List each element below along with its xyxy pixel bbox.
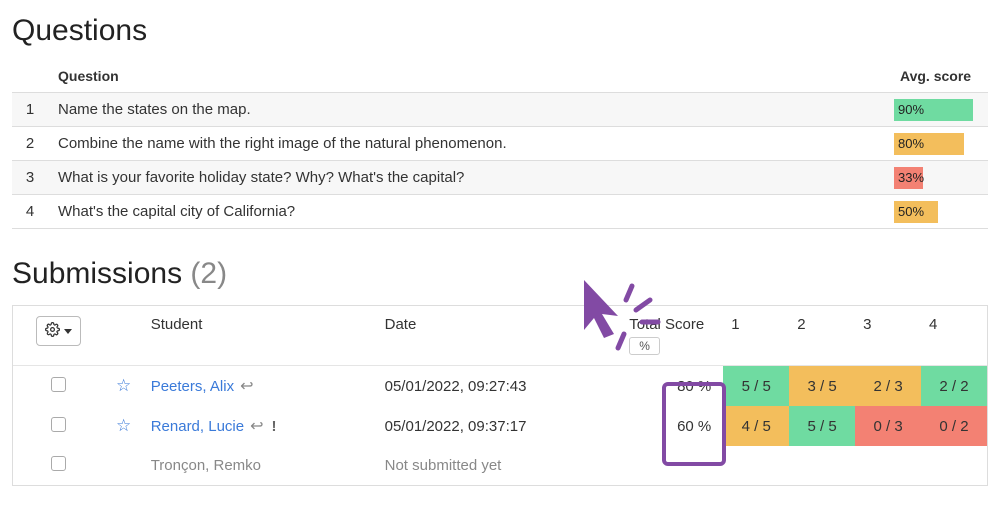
question-text: Name the states on the map. [48, 93, 890, 127]
score-cell [723, 446, 789, 485]
row-checkbox[interactable] [51, 417, 66, 432]
question-number: 4 [12, 195, 48, 229]
column-question: Question [48, 62, 890, 93]
avg-score-cell: 33% [890, 161, 988, 195]
score-cell[interactable]: 5 / 5 [723, 366, 789, 407]
column-actions [13, 306, 104, 366]
avg-score-bar: 80% [894, 133, 964, 155]
score-cell[interactable]: 5 / 5 [789, 406, 855, 446]
score-cell[interactable]: 0 / 3 [855, 406, 921, 446]
avg-score-bar: 50% [894, 201, 938, 223]
warning-icon[interactable]: ! [272, 418, 277, 435]
student-cell: Tronçon, Remko [143, 446, 377, 485]
column-q4[interactable]: 4 [921, 306, 987, 366]
row-checkbox[interactable] [51, 377, 66, 392]
row-checkbox[interactable] [51, 456, 66, 471]
submissions-heading: Submissions (2) [12, 257, 988, 291]
column-avg-score: Avg. score [890, 62, 988, 93]
column-q2[interactable]: 2 [789, 306, 855, 366]
submissions-heading-text: Submissions [12, 257, 190, 290]
percent-toggle[interactable]: % [629, 337, 660, 355]
question-number: 1 [12, 93, 48, 127]
gear-icon [45, 322, 60, 340]
question-number: 3 [12, 161, 48, 195]
avg-score-bar: 90% [894, 99, 973, 121]
question-text: Combine the name with the right image of… [48, 127, 890, 161]
score-cell [855, 446, 921, 485]
column-student[interactable]: Student [143, 306, 377, 366]
avg-score-cell: 90% [890, 93, 988, 127]
column-q3[interactable]: 3 [855, 306, 921, 366]
date-cell: Not submitted yet [377, 446, 622, 485]
student-link[interactable]: Peeters, Alix [151, 378, 234, 395]
avg-score-cell: 50% [890, 195, 988, 229]
column-blank [12, 62, 48, 93]
question-text: What is your favorite holiday state? Why… [48, 161, 890, 195]
student-cell: Peeters, Alix ↩ [143, 366, 377, 407]
submission-row: ☆ Renard, Lucie ↩! 05/01/2022, 09:37:1760 %… [13, 406, 987, 446]
total-score-cell: 80 % [621, 366, 723, 407]
settings-button[interactable] [36, 316, 81, 346]
column-date[interactable]: Date [377, 306, 622, 366]
student-cell: Renard, Lucie ↩! [143, 406, 377, 446]
questions-table: Question Avg. score 1Name the states on … [12, 62, 988, 229]
question-text: What's the capital city of California? [48, 195, 890, 229]
score-cell[interactable]: 0 / 2 [921, 406, 987, 446]
avg-score-cell: 80% [890, 127, 988, 161]
submission-row: Tronçon, Remko Not submitted yet [13, 446, 987, 485]
star-icon[interactable]: ☆ [116, 416, 131, 436]
total-score-cell: 60 % [621, 406, 723, 446]
reply-icon[interactable]: ↩ [250, 416, 263, 436]
question-row[interactable]: 2Combine the name with the right image o… [12, 127, 988, 161]
date-cell: 05/01/2022, 09:37:17 [377, 406, 622, 446]
question-row[interactable]: 3What is your favorite holiday state? Wh… [12, 161, 988, 195]
column-q1[interactable]: 1 [723, 306, 789, 366]
score-cell[interactable]: 4 / 5 [723, 406, 789, 446]
score-cell [921, 446, 987, 485]
student-link[interactable]: Renard, Lucie [151, 418, 244, 435]
avg-score-bar: 33% [894, 167, 923, 189]
column-total-score[interactable]: Total Score % [621, 306, 723, 366]
score-cell[interactable]: 3 / 5 [789, 366, 855, 407]
submissions-count: (2) [190, 257, 227, 290]
column-star [104, 306, 142, 366]
question-number: 2 [12, 127, 48, 161]
date-cell: 05/01/2022, 09:27:43 [377, 366, 622, 407]
chevron-down-icon [64, 329, 72, 334]
total-score-label: Total Score [629, 316, 715, 333]
question-row[interactable]: 1Name the states on the map.90% [12, 93, 988, 127]
submissions-table: Student Date Total Score % 1 2 3 4 ☆ Peet… [13, 306, 987, 485]
score-cell[interactable]: 2 / 2 [921, 366, 987, 407]
student-name: Tronçon, Remko [151, 457, 261, 474]
star-icon[interactable]: ☆ [116, 376, 131, 396]
total-score-cell [621, 446, 723, 485]
score-cell[interactable]: 2 / 3 [855, 366, 921, 407]
question-row[interactable]: 4What's the capital city of California?5… [12, 195, 988, 229]
reply-icon[interactable]: ↩ [240, 376, 253, 396]
submission-row: ☆ Peeters, Alix ↩ 05/01/2022, 09:27:4380 %5… [13, 366, 987, 407]
score-cell [789, 446, 855, 485]
questions-heading: Questions [12, 14, 988, 48]
